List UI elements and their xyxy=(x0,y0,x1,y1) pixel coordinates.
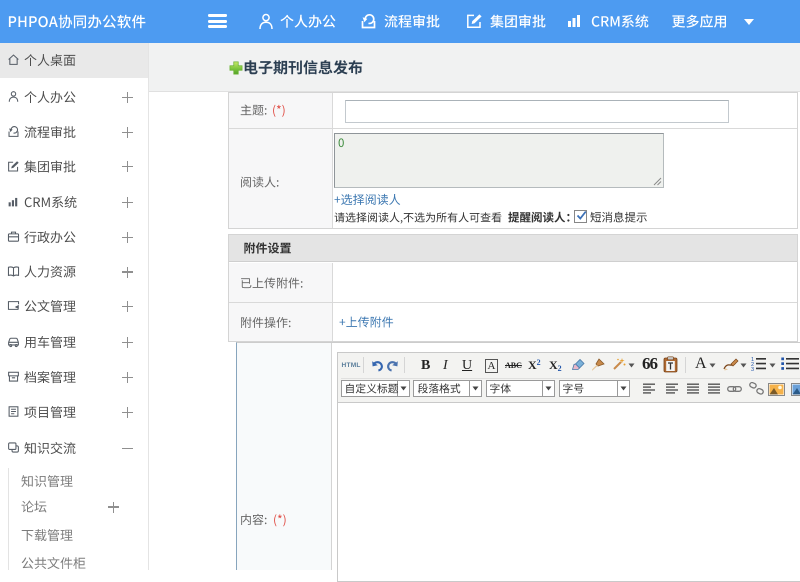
svg-text:3: 3 xyxy=(751,367,754,371)
